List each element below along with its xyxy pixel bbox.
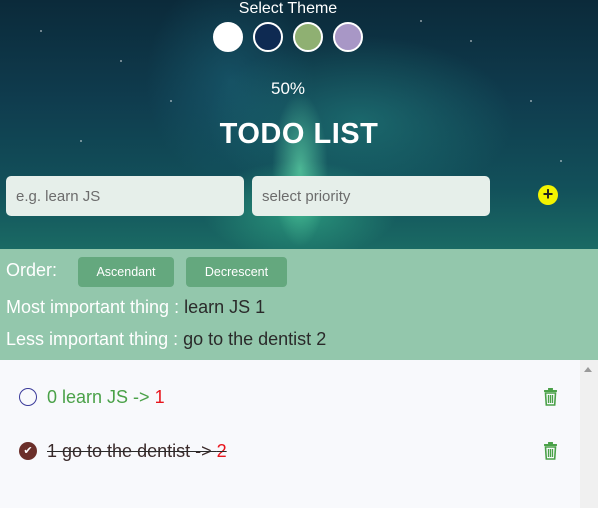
star-decoration	[40, 30, 42, 32]
star-decoration	[170, 100, 172, 102]
todo-priority: 1	[154, 387, 165, 407]
todo-label: 1 go to the dentist ->	[47, 441, 217, 461]
trash-icon[interactable]	[543, 388, 558, 406]
priority-input[interactable]	[252, 176, 490, 216]
star-decoration	[470, 40, 472, 42]
scrollbar[interactable]	[580, 360, 598, 508]
page-title: TODO LIST	[219, 118, 379, 150]
progress-percent: 50%	[270, 79, 306, 98]
ascendant-button[interactable]: Ascendant	[78, 257, 174, 287]
checked-circle-icon[interactable]: ✔	[19, 442, 37, 460]
add-todo-button[interactable]: +	[538, 185, 558, 205]
todo-item: 0 learn JS -> 1	[0, 378, 580, 418]
unchecked-circle-icon[interactable]	[19, 388, 37, 406]
theme-swatch-lavender[interactable]	[333, 22, 363, 52]
hero-header: Select Theme 50% TODO LIST +	[0, 0, 598, 249]
less-important-line: Less important thing : go to the dentist…	[6, 329, 326, 350]
star-decoration	[530, 100, 532, 102]
plus-icon: +	[542, 184, 554, 204]
todo-text[interactable]: 0 learn JS -> 1	[47, 387, 165, 408]
star-decoration	[120, 60, 122, 62]
todo-priority: 2	[216, 441, 227, 461]
less-important-label: Less important thing :	[6, 329, 179, 349]
most-important-label: Most important thing :	[6, 297, 180, 317]
todo-item: ✔ 1 go to the dentist -> 2	[0, 432, 580, 472]
most-important-line: Most important thing : learn JS 1	[6, 297, 265, 318]
scroll-up-arrow-icon[interactable]	[584, 367, 592, 372]
summary-panel: Order: Ascendant Decrescent Most importa…	[0, 249, 598, 360]
theme-swatch-green[interactable]	[293, 22, 323, 52]
theme-swatch-navy[interactable]	[253, 22, 283, 52]
todo-text[interactable]: 1 go to the dentist -> 2	[47, 441, 227, 462]
order-label: Order:	[6, 260, 58, 280]
star-decoration	[560, 160, 562, 162]
theme-swatch-white[interactable]	[213, 22, 243, 52]
todo-label: 0 learn JS ->	[47, 387, 155, 407]
less-important-value: go to the dentist 2	[178, 329, 327, 349]
star-decoration	[420, 20, 422, 22]
theme-swatches	[213, 22, 363, 52]
decrescent-button[interactable]: Decrescent	[186, 257, 287, 287]
theme-title: Select Theme	[238, 0, 338, 17]
task-input[interactable]	[6, 176, 244, 216]
most-important-value: learn JS 1	[179, 297, 266, 317]
trash-icon[interactable]	[543, 442, 558, 460]
